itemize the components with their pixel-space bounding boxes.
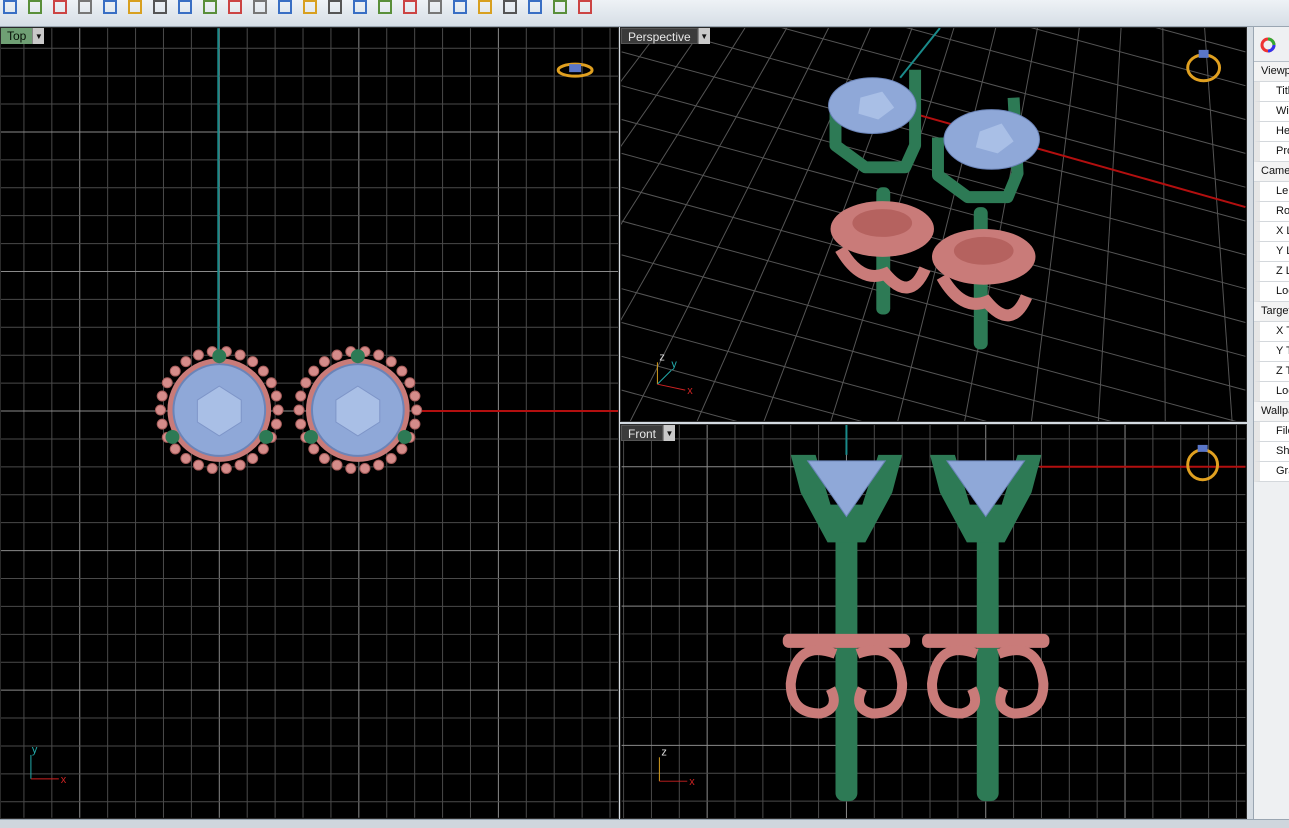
property-row[interactable]: Gray	[1254, 462, 1289, 482]
x-axis-line	[1245, 28, 1246, 207]
property-row[interactable]: Z Target	[1254, 362, 1289, 382]
viewport-title[interactable]: Perspective	[621, 28, 698, 44]
property-row[interactable]: Width	[1254, 102, 1289, 122]
chevron-down-icon[interactable]: ▼	[697, 28, 710, 44]
join-icon[interactable]	[452, 0, 468, 14]
property-category[interactable]: Viewport	[1254, 62, 1289, 82]
top-view-canvas[interactable]: y x	[1, 28, 618, 818]
property-row[interactable]: Y Target	[1254, 342, 1289, 362]
axis-x-label: x	[61, 774, 67, 786]
curve-icon[interactable]	[177, 0, 193, 14]
front-view-canvas[interactable]: z x	[621, 425, 1246, 818]
rectangle-icon[interactable]	[277, 0, 293, 14]
property-row[interactable]: Rotation	[1254, 202, 1289, 222]
earring-front-right[interactable]	[922, 454, 1050, 802]
ring-gumball-icon	[1186, 49, 1222, 83]
chevron-down-icon[interactable]: ▼	[32, 28, 45, 44]
property-row[interactable]: X Location	[1254, 222, 1289, 242]
ring-gumball-icon	[556, 62, 594, 78]
line-icon[interactable]	[202, 0, 218, 14]
split-icon[interactable]	[427, 0, 443, 14]
render-icon[interactable]	[552, 0, 568, 14]
earring-perspective-right[interactable]	[932, 97, 1040, 350]
axis-x-label: x	[689, 776, 695, 788]
boolean-icon[interactable]	[527, 0, 543, 14]
shade-icon[interactable]	[577, 0, 593, 14]
axis-x-label: x	[687, 385, 693, 397]
snap-icon[interactable]	[327, 0, 343, 14]
property-row[interactable]: Z Location	[1254, 262, 1289, 282]
viewport-perspective-label[interactable]: Perspective ▼	[621, 28, 710, 44]
property-row[interactable]: Projection	[1254, 142, 1289, 162]
property-row[interactable]: X Target	[1254, 322, 1289, 342]
earring-perspective-left[interactable]	[828, 69, 934, 315]
pan-icon[interactable]	[52, 0, 68, 14]
property-row[interactable]: Title	[1254, 82, 1289, 102]
chevron-down-icon[interactable]: ▼	[663, 425, 676, 441]
axis-z-label: z	[661, 746, 666, 758]
color-wheel-icon[interactable]	[1260, 37, 1276, 53]
properties-tab[interactable]	[1254, 27, 1289, 62]
viewport-front[interactable]: Front ▼ z x	[620, 424, 1247, 819]
trim-icon[interactable]	[402, 0, 418, 14]
scale-icon[interactable]	[377, 0, 393, 14]
viewport-title[interactable]: Front	[621, 425, 664, 441]
copy-icon[interactable]	[127, 0, 143, 14]
property-category[interactable]: Target	[1254, 302, 1289, 322]
polyline-icon[interactable]	[227, 0, 243, 14]
perspective-view-canvas[interactable]: z y x	[621, 28, 1246, 421]
grid-icon[interactable]	[302, 0, 318, 14]
undo-icon[interactable]	[2, 0, 18, 14]
property-row[interactable]: Location	[1254, 382, 1289, 402]
main-toolbar	[0, 0, 1289, 27]
property-category[interactable]: Wallpaper	[1254, 402, 1289, 422]
move-icon[interactable]	[102, 0, 118, 14]
select-icon[interactable]	[77, 0, 93, 14]
grid	[621, 28, 1246, 421]
property-category[interactable]: Camera	[1254, 162, 1289, 182]
axis-z-label: z	[659, 351, 664, 363]
mirror-icon[interactable]	[477, 0, 493, 14]
property-row[interactable]: Height	[1254, 122, 1289, 142]
arc-icon[interactable]	[252, 0, 268, 14]
viewport-top[interactable]: Top ▼ y x	[0, 27, 619, 819]
rotate-icon[interactable]	[152, 0, 168, 14]
property-row[interactable]: Y Location	[1254, 242, 1289, 262]
viewport-title[interactable]: Top	[1, 28, 33, 44]
property-row[interactable]: Lens Length	[1254, 182, 1289, 202]
ring-gumball-icon	[1186, 444, 1220, 482]
axis-indicator: y x	[30, 744, 67, 786]
properties-panel: ViewportTitleWidthHeightProjectionCamera…	[1253, 27, 1289, 819]
earring-front-left[interactable]	[782, 454, 911, 802]
properties-list: ViewportTitleWidthHeightProjectionCamera…	[1254, 62, 1289, 482]
axis-indicator: z x	[658, 746, 695, 788]
property-row[interactable]: Location	[1254, 282, 1289, 302]
property-row[interactable]: Filename	[1254, 422, 1289, 442]
axis-y-label: y	[32, 744, 38, 756]
earring-top-right[interactable]	[293, 346, 423, 474]
viewport-top-label[interactable]: Top ▼	[1, 28, 45, 44]
axis-y-label: y	[671, 358, 677, 370]
grid	[621, 425, 1246, 818]
viewport-front-label[interactable]: Front ▼	[621, 425, 676, 441]
array-icon[interactable]	[502, 0, 518, 14]
earring-top-left[interactable]	[155, 346, 284, 474]
property-row[interactable]: Show	[1254, 442, 1289, 462]
point-icon[interactable]	[352, 0, 368, 14]
redo-icon[interactable]	[27, 0, 43, 14]
viewport-perspective[interactable]: Perspective ▼ z y x	[620, 27, 1247, 422]
